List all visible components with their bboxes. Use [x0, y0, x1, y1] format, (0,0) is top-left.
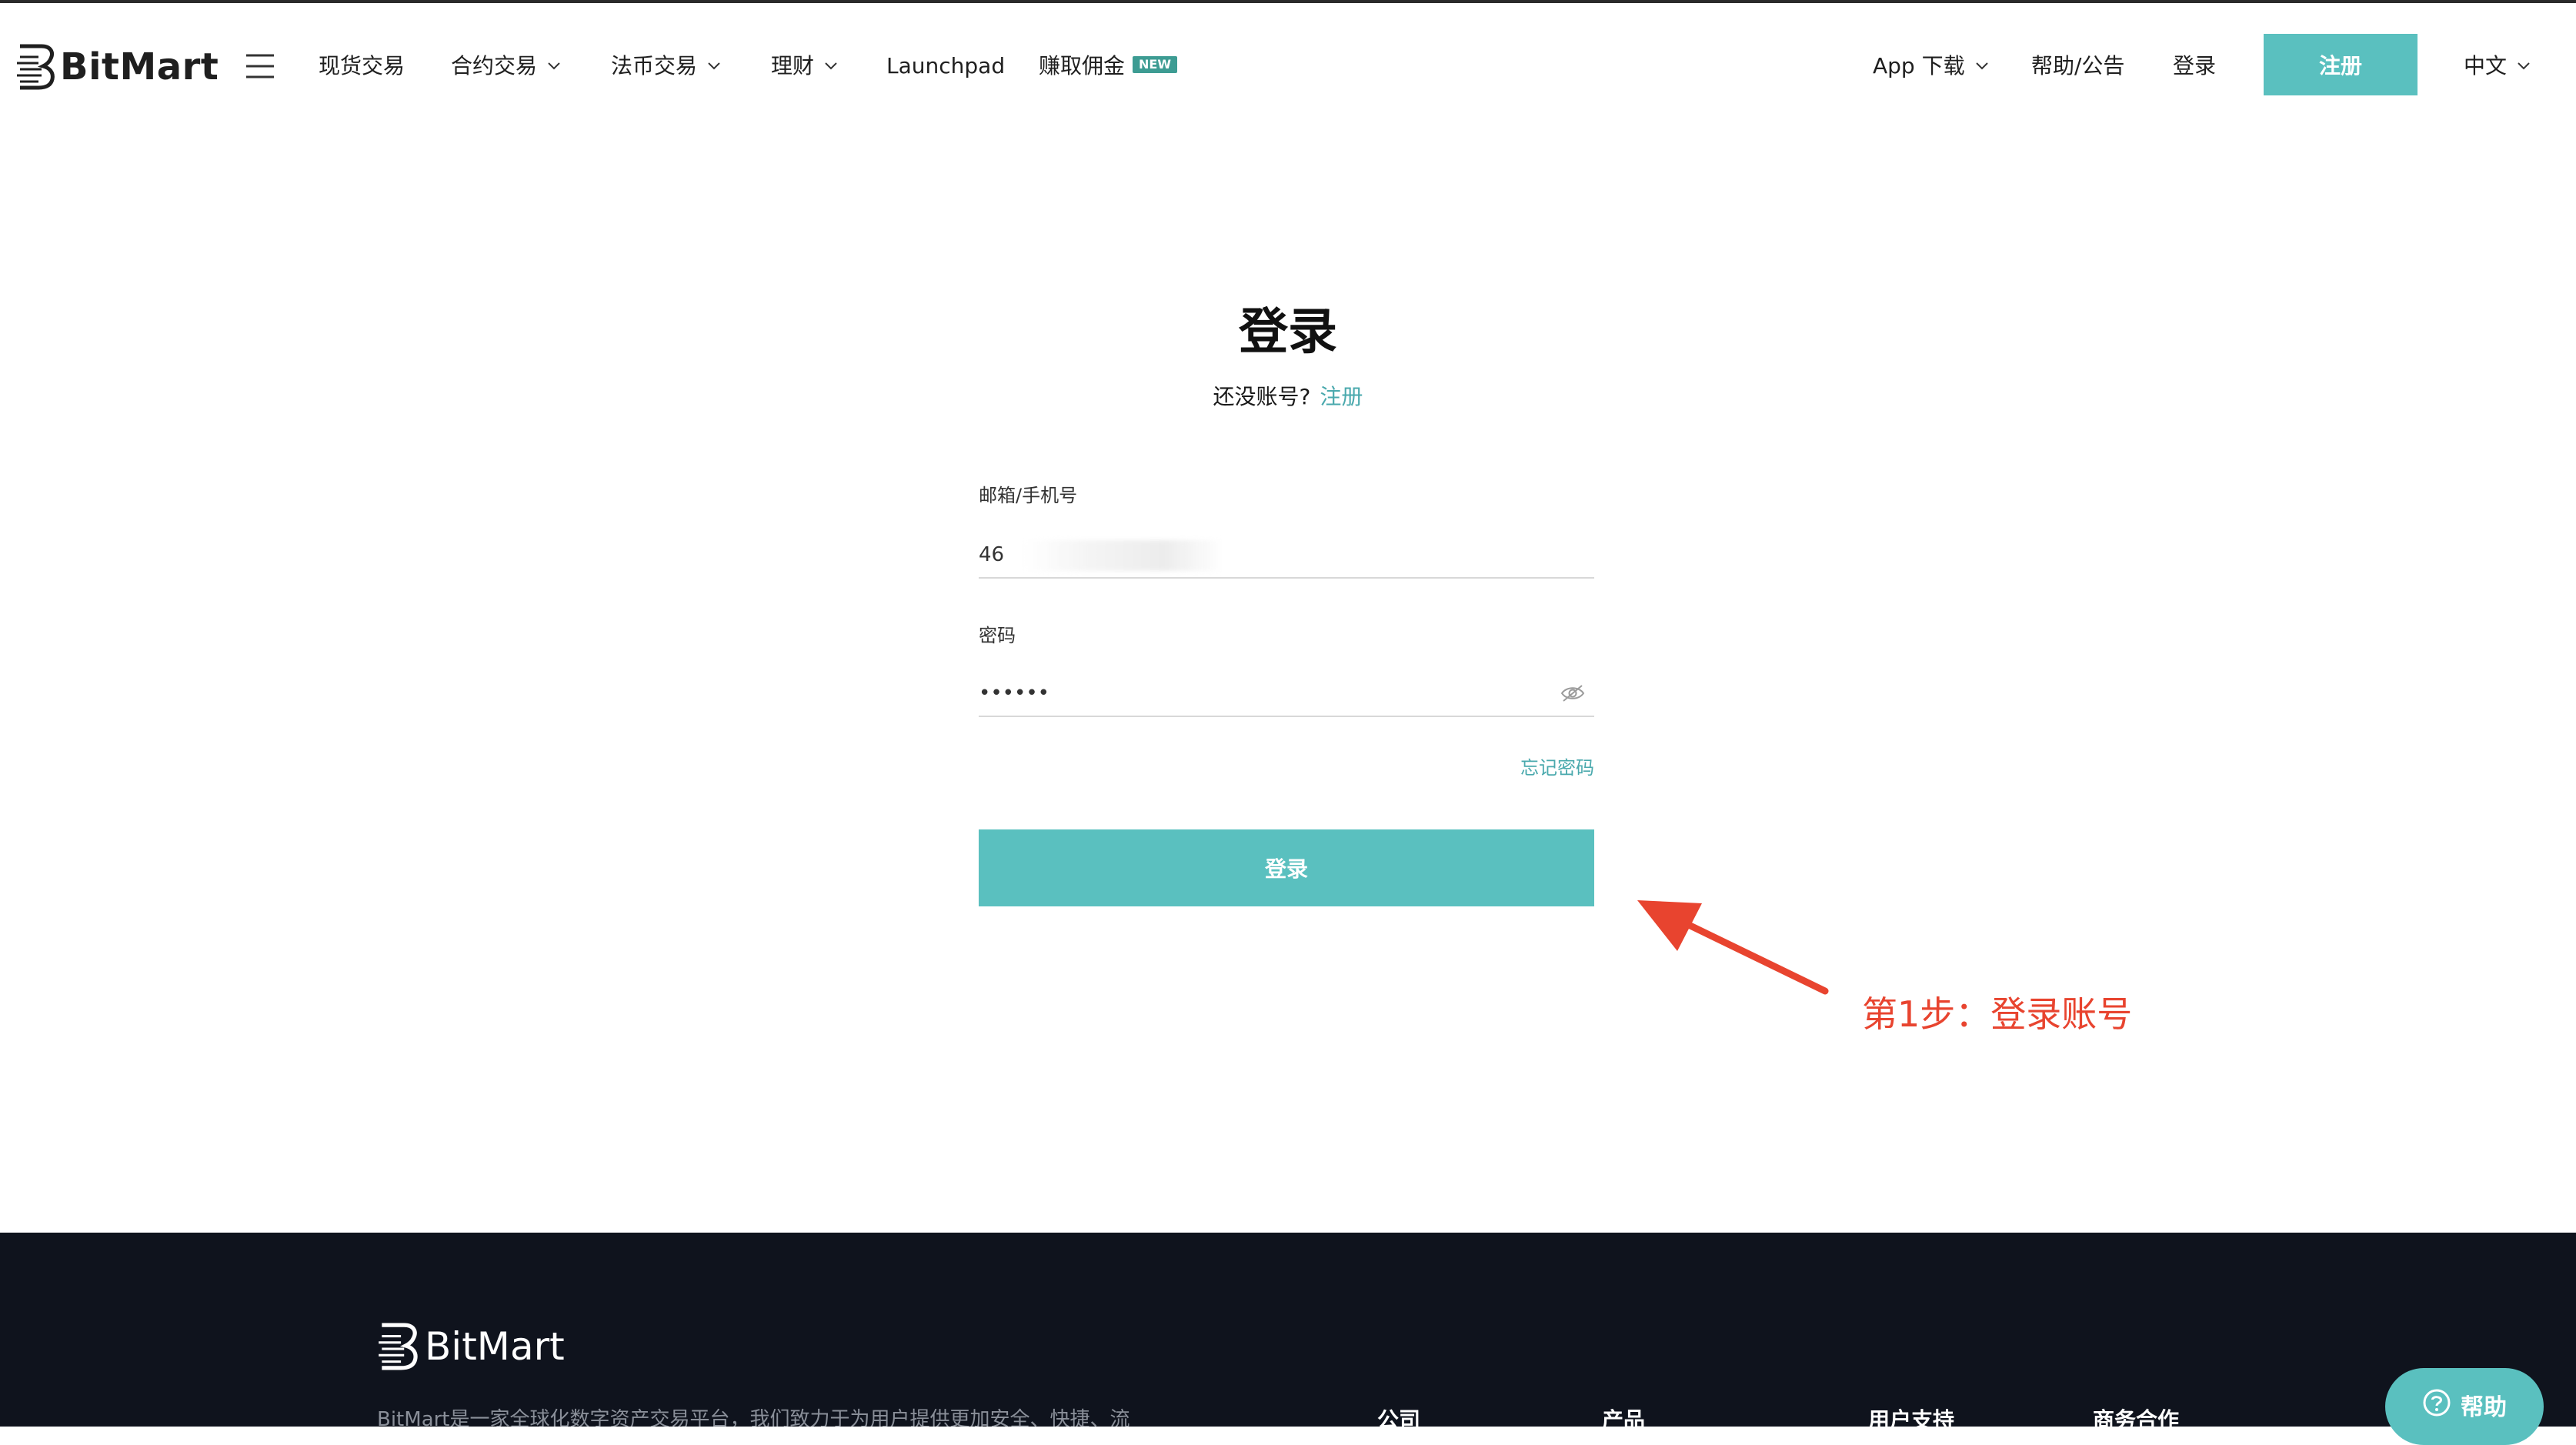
logo[interactable]: BitMart	[15, 42, 219, 92]
header-register-button[interactable]: 注册	[2264, 34, 2418, 95]
nav-label: Launchpad	[886, 53, 1006, 78]
nav-label: 理财	[771, 53, 815, 78]
annotation-arrow-icon	[1637, 900, 1829, 995]
footer-logo-text: BitMart	[425, 1324, 565, 1369]
app-download-label: App 下载	[1873, 53, 1965, 78]
nav-label: 合约交易	[451, 53, 538, 78]
help-announcement-link[interactable]: 帮助/公告	[2031, 46, 2124, 86]
forgot-password-link[interactable]: 忘记密码	[1517, 753, 1594, 779]
password-field[interactable]	[979, 674, 1594, 717]
nav-label: 赚取佣金	[1039, 53, 1126, 78]
app-download-menu[interactable]: App 下载	[1873, 46, 1990, 86]
annotation-step-text: 第1步：登录账号	[1862, 993, 2133, 1035]
header: BitMart 现货交易 合约交易 法币交易 理财 Launchpad 赚取佣金…	[0, 3, 2576, 126]
chevron-down-icon	[708, 62, 720, 70]
footer-col-support: 用户支持	[1868, 1407, 1955, 1427]
help-label: 帮助/公告	[2031, 53, 2125, 78]
header-login-link[interactable]: 登录	[2173, 46, 2216, 86]
no-account-prompt: 还没账号? 注册	[0, 380, 2576, 411]
footer-col-company: 公司	[1377, 1407, 1421, 1427]
nav-launchpad[interactable]: Launchpad	[886, 46, 1005, 86]
nav-fiat-trading[interactable]: 法币交易	[611, 46, 722, 86]
bitmart-logo-icon	[17, 44, 55, 90]
chevron-down-icon	[1975, 62, 1988, 70]
nav-label: 现货交易	[319, 53, 405, 78]
page-title: 登录	[1239, 304, 1337, 361]
password-input[interactable]	[979, 674, 1548, 712]
eye-hidden-icon[interactable]	[1560, 683, 1585, 703]
footer-description: BitMart是一家全球化数字资产交易平台，我们致力于为用户提供更加安全、快捷、…	[377, 1408, 1130, 1427]
login-submit-button[interactable]: 登录	[979, 829, 1594, 906]
account-field[interactable]	[979, 536, 1594, 579]
question-circle-icon	[2423, 1389, 2451, 1417]
nav-contract-trading[interactable]: 合约交易	[451, 46, 562, 86]
redacted-mask	[1023, 540, 1223, 571]
no-account-text: 还没账号?	[1213, 384, 1311, 409]
footer-logo[interactable]: BitMart	[377, 1322, 565, 1371]
nav-label: 法币交易	[611, 53, 698, 78]
nav-finance[interactable]: 理财	[771, 46, 839, 86]
language-selector[interactable]: 中文	[2464, 46, 2531, 86]
footer-col-products: 产品	[1602, 1407, 1646, 1427]
hamburger-menu-icon[interactable]	[245, 52, 275, 80]
logo-text: BitMart	[60, 45, 219, 88]
help-float-button[interactable]: 帮助	[2385, 1368, 2544, 1445]
chevron-down-icon	[2518, 62, 2530, 70]
footer: BitMart BitMart是一家全球化数字资产交易平台，我们致力于为用户提供…	[0, 1233, 2576, 1427]
bitmart-logo-icon	[379, 1323, 418, 1370]
nav-earn-commission[interactable]: 赚取佣金 NEW	[1039, 46, 1177, 86]
new-badge: NEW	[1133, 56, 1177, 73]
chevron-down-icon	[548, 62, 560, 70]
account-label: 邮箱/手机号	[979, 485, 1078, 506]
password-label: 密码	[979, 625, 1016, 646]
register-link[interactable]: 注册	[1320, 384, 1363, 409]
chevron-down-icon	[825, 62, 837, 70]
help-label: 帮助	[2461, 1395, 2507, 1420]
footer-col-business: 商务合作	[2093, 1407, 2180, 1427]
login-label: 登录	[2173, 53, 2217, 78]
language-label: 中文	[2464, 53, 2508, 78]
nav-spot-trading[interactable]: 现货交易	[319, 46, 405, 86]
